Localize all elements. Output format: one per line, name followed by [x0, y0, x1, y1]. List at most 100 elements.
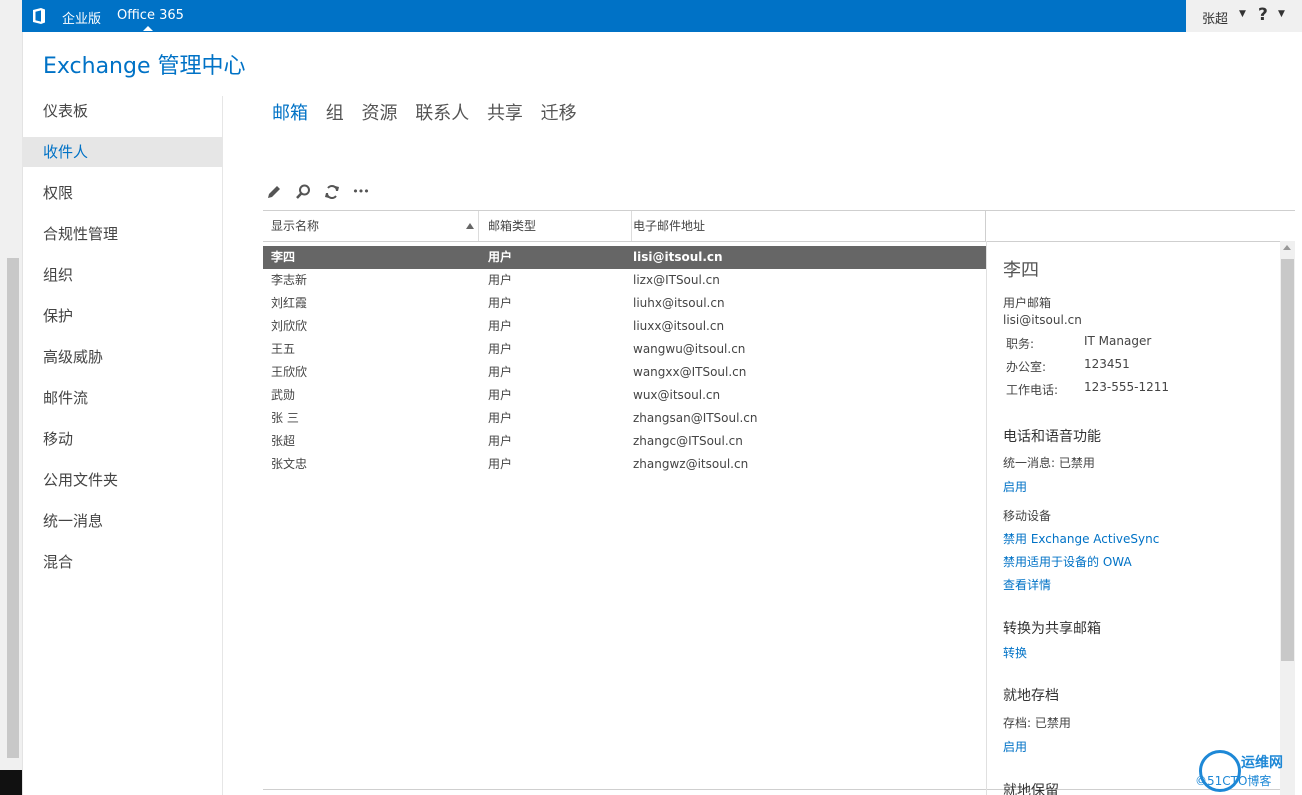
archive-status: 存档: 已禁用 — [1003, 714, 1071, 731]
nav-item-public-folders[interactable]: 公用文件夹 — [22, 465, 222, 495]
row-name: 张 三 — [271, 411, 299, 425]
header-divider — [985, 211, 986, 241]
tab-resources[interactable]: 资源 — [361, 103, 397, 124]
tab-groups[interactable]: 组 — [326, 103, 344, 124]
row-type: 用户 — [488, 342, 513, 356]
details-name: 李四 — [1003, 260, 1039, 281]
disable-eas-link[interactable]: 禁用 Exchange ActiveSync — [1003, 530, 1159, 547]
nav-item-hybrid[interactable]: 混合 — [22, 547, 222, 577]
table-row[interactable]: 王五 用户 wangwu@itsoul.cn — [263, 338, 986, 361]
window-scrollbar-thumb[interactable] — [7, 258, 19, 758]
nav-item-organization[interactable]: 组织 — [22, 260, 222, 290]
nav-item-unified-messaging[interactable]: 统一消息 — [22, 506, 222, 536]
mobile-heading: 移动设备 — [1003, 509, 1052, 523]
row-type: 用户 — [488, 457, 513, 471]
row-name: 李志新 — [271, 273, 308, 287]
column-display-name[interactable]: 显示名称 — [271, 211, 479, 241]
table-row[interactable]: 李四 用户 lisi@itsoul.cn — [263, 246, 986, 269]
row-name: 刘红霞 — [271, 296, 308, 310]
row-type: 用户 — [488, 319, 513, 333]
watermark-line1: 运维网 — [1241, 755, 1283, 771]
column-email-address[interactable]: 电子邮件地址 — [633, 211, 705, 241]
nav-item-mobile[interactable]: 移动 — [22, 424, 222, 454]
nav-item-dashboard[interactable]: 仪表板 — [22, 96, 222, 126]
toolbar: ••• — [265, 181, 376, 199]
row-name: 王五 — [271, 342, 296, 356]
disable-owa-link[interactable]: 禁用适用于设备的 OWA — [1003, 553, 1132, 570]
mailbox-list: 李四 用户 lisi@itsoul.cn 李志新 用户 lizx@ITSoul.… — [263, 246, 986, 476]
archive-heading: 就地存档 — [1003, 688, 1059, 704]
um-status: 统一消息: 已禁用 — [1003, 454, 1095, 471]
convert-link[interactable]: 转换 — [1003, 644, 1027, 661]
row-email: liuhx@itsoul.cn — [633, 296, 725, 310]
edit-icon[interactable] — [265, 183, 283, 201]
archive-enable-link[interactable]: 启用 — [1003, 738, 1027, 755]
table-row[interactable]: 王欣欣 用户 wangxx@ITSoul.cn — [263, 361, 986, 384]
scroll-up-icon[interactable] — [1283, 245, 1291, 250]
phone-voice-heading: 电话和语音功能 — [1003, 429, 1101, 445]
details-title-value: IT Manager — [1084, 334, 1152, 348]
row-name: 王欣欣 — [271, 365, 308, 379]
row-email: wangxx@ITSoul.cn — [633, 365, 747, 379]
details-mailbox-type: 用户邮箱 — [1003, 296, 1052, 310]
details-title-label: 职务: — [1006, 337, 1035, 351]
chevron-down-icon[interactable]: ▼ — [1239, 9, 1246, 19]
row-email: zhangsan@ITSoul.cn — [633, 411, 758, 425]
row-type: 用户 — [488, 434, 513, 448]
window-scrollbar[interactable] — [0, 0, 23, 795]
row-email: wux@itsoul.cn — [633, 388, 721, 402]
details-phone-label: 工作电话: — [1006, 383, 1059, 397]
recipient-tabs: 邮箱 组 资源 联系人 共享 迁移 — [272, 99, 589, 125]
table-row[interactable]: 李志新 用户 lizx@ITSoul.cn — [263, 269, 986, 292]
row-email: lisi@itsoul.cn — [633, 250, 723, 264]
search-icon[interactable] — [294, 183, 312, 201]
sort-ascending-icon[interactable] — [466, 223, 474, 229]
details-email: lisi@itsoul.cn — [1003, 313, 1082, 327]
watermark: 运维网 ©51CTO博客 — [1195, 748, 1302, 795]
edition-link[interactable]: 企业版 — [62, 8, 101, 27]
um-value: 已禁用 — [1058, 456, 1095, 470]
nav-item-permissions[interactable]: 权限 — [22, 178, 222, 208]
more-icon[interactable]: ••• — [352, 183, 370, 201]
row-name: 张文忠 — [271, 457, 308, 471]
nav-item-compliance[interactable]: 合规性管理 — [22, 219, 222, 249]
column-mailbox-type[interactable]: 邮箱类型 — [480, 211, 632, 241]
row-type: 用户 — [488, 388, 513, 402]
details-office-value: 123451 — [1084, 357, 1130, 371]
product-link[interactable]: Office 365 — [117, 8, 184, 31]
user-area: 张超 ▼ ? ▼ — [1186, 0, 1302, 32]
tab-shared[interactable]: 共享 — [487, 103, 523, 124]
details-scrollbar[interactable] — [1280, 241, 1295, 795]
user-menu[interactable]: 张超 — [1202, 8, 1228, 27]
help-button[interactable]: ? — [1258, 5, 1268, 25]
nav-item-protection[interactable]: 保护 — [22, 301, 222, 331]
table-row[interactable]: 刘欣欣 用户 liuxx@itsoul.cn — [263, 315, 986, 338]
row-email: liuxx@itsoul.cn — [633, 319, 725, 333]
row-email: wangwu@itsoul.cn — [633, 342, 746, 356]
details-scrollbar-thumb[interactable] — [1281, 259, 1294, 661]
office-logo-icon[interactable] — [30, 7, 48, 25]
watermark-line2: ©51CTO博客 — [1195, 774, 1272, 788]
nav-item-advanced-threats[interactable]: 高级威胁 — [22, 342, 222, 372]
table-row[interactable]: 刘红霞 用户 liuhx@itsoul.cn — [263, 292, 986, 315]
row-name: 张超 — [271, 434, 296, 448]
table-row[interactable]: 张超 用户 zhangc@ITSoul.cn — [263, 430, 986, 453]
table-row[interactable]: 张 三 用户 zhangsan@ITSoul.cn — [263, 407, 986, 430]
refresh-icon[interactable] — [323, 183, 341, 201]
details-phone-value: 123-555-1211 — [1084, 380, 1170, 394]
row-type: 用户 — [488, 411, 513, 425]
chevron-down-icon[interactable]: ▼ — [1278, 9, 1285, 19]
left-nav: 仪表板 收件人 权限 合规性管理 组织 保护 高级威胁 邮件流 移动 公用文件夹… — [22, 96, 223, 795]
archive-value: 已禁用 — [1034, 716, 1071, 730]
nav-item-recipients[interactable]: 收件人 — [22, 137, 222, 167]
row-name: 李四 — [271, 250, 296, 264]
table-row[interactable]: 张文忠 用户 zhangwz@itsoul.cn — [263, 453, 986, 476]
tab-migration[interactable]: 迁移 — [541, 103, 577, 124]
nav-item-mail-flow[interactable]: 邮件流 — [22, 383, 222, 413]
view-details-link[interactable]: 查看详情 — [1003, 576, 1051, 593]
um-enable-link[interactable]: 启用 — [1003, 478, 1027, 495]
table-row[interactable]: 武勋 用户 wux@itsoul.cn — [263, 384, 986, 407]
row-email: zhangwz@itsoul.cn — [633, 457, 749, 471]
tab-contacts[interactable]: 联系人 — [415, 103, 469, 124]
tab-mailboxes[interactable]: 邮箱 — [272, 103, 308, 124]
